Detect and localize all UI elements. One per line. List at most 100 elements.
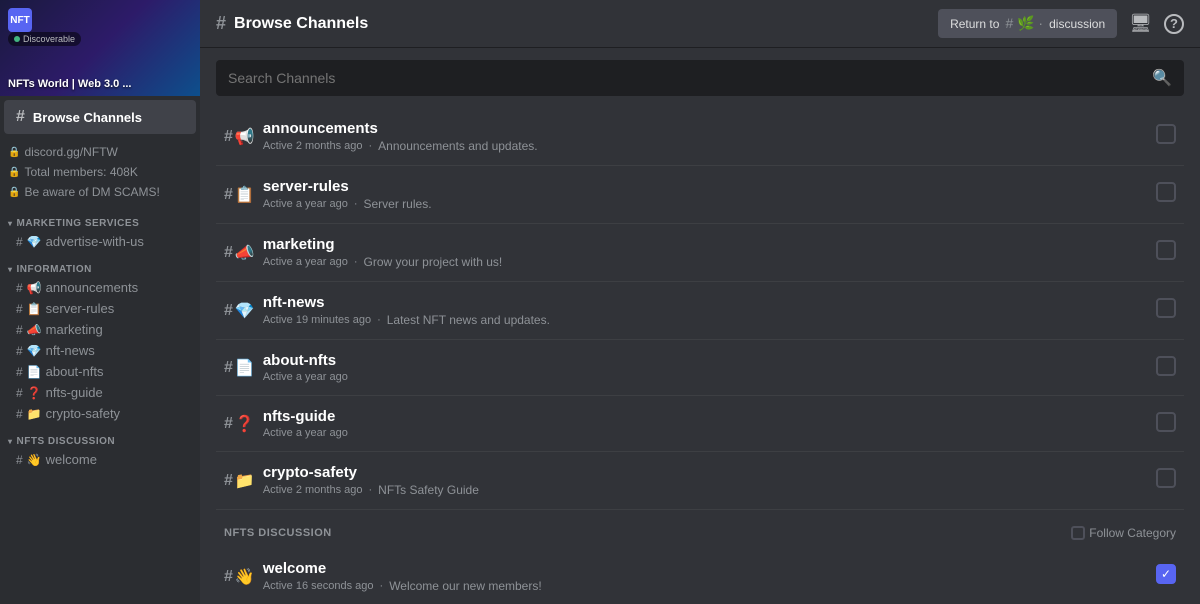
info-section: 🔒 discord.gg/NFTW 🔒 Total members: 408K … bbox=[0, 138, 200, 206]
nfts-discussion-sidebar-label: NFTS DISCUSSION bbox=[17, 436, 116, 447]
ch-hash-6: # bbox=[16, 386, 23, 400]
ch-emoji-6: ❓ bbox=[27, 386, 42, 400]
chevron-icon: ▾ bbox=[8, 219, 13, 228]
main-header: # Browse Channels Return to # 🌿 · discus… bbox=[200, 0, 1200, 48]
page-title: Browse Channels bbox=[234, 15, 368, 33]
members-label: Total members: 408K bbox=[24, 165, 137, 179]
name-crypto-safety: crypto-safety bbox=[263, 464, 1156, 481]
ch-label-8: welcome bbox=[46, 452, 97, 467]
sidebar-channel-crypto-safety[interactable]: # 📁 crypto-safety bbox=[0, 403, 200, 424]
search-bar[interactable]: 🔍 bbox=[216, 60, 1184, 96]
channel-hash-icon: # bbox=[16, 235, 23, 249]
marketing-services-label: MARKETING SERVICES bbox=[17, 218, 140, 229]
return-channel-name: discussion bbox=[1049, 17, 1105, 31]
help-icon[interactable]: ? bbox=[1164, 14, 1184, 34]
ch-emoji-8: 👋 bbox=[27, 453, 42, 467]
hash-announcements: # bbox=[224, 128, 233, 146]
discoverable-badge: Discoverable bbox=[8, 32, 81, 46]
channel-card-nft-news[interactable]: # 💎 nft-news Active 19 minutes ago · Lat… bbox=[216, 282, 1184, 340]
checkbox-about-nfts[interactable] bbox=[1156, 356, 1176, 376]
channel-card-server-rules[interactable]: # 📋 server-rules Active a year ago · Ser… bbox=[216, 166, 1184, 224]
checkbox-announcements[interactable] bbox=[1156, 124, 1176, 144]
sidebar-channel-nfts-guide[interactable]: # ❓ nfts-guide bbox=[0, 382, 200, 403]
browse-channels-label: Browse Channels bbox=[33, 110, 142, 125]
ch-emoji-3: 📣 bbox=[27, 323, 42, 337]
channel-card-announcements[interactable]: # 📢 announcements Active 2 months ago · … bbox=[216, 108, 1184, 166]
ch-hash-4: # bbox=[16, 344, 23, 358]
sidebar-channel-welcome[interactable]: # 👋 welcome bbox=[0, 449, 200, 470]
channel-card-welcome[interactable]: # 👋 welcome Active 16 seconds ago · Welc… bbox=[216, 548, 1184, 604]
checkbox-nfts-guide[interactable] bbox=[1156, 412, 1176, 432]
total-members: 🔒 Total members: 408K bbox=[0, 162, 200, 182]
information-category[interactable]: ▾ INFORMATION bbox=[0, 252, 200, 277]
checkbox-nft-news[interactable] bbox=[1156, 298, 1176, 318]
channels-list: # 📢 announcements Active 2 months ago · … bbox=[200, 108, 1200, 604]
browse-channels-sidebar-btn[interactable]: # Browse Channels bbox=[4, 100, 196, 134]
channel-card-info-announcements: # 📢 announcements Active 2 months ago · … bbox=[224, 120, 1156, 153]
search-input[interactable] bbox=[228, 70, 1144, 86]
name-marketing: marketing bbox=[263, 236, 1156, 253]
ch-emoji-4: 💎 bbox=[27, 344, 42, 358]
discord-link-label: discord.gg/NFTW bbox=[24, 145, 117, 159]
ch-label-7: crypto-safety bbox=[46, 406, 120, 421]
checkbox-crypto-safety[interactable] bbox=[1156, 468, 1176, 488]
ch-emoji-2: 📋 bbox=[27, 302, 42, 316]
ch-hash-7: # bbox=[16, 407, 23, 421]
ch-label-6: nfts-guide bbox=[46, 385, 103, 400]
info-announcements: announcements Active 2 months ago · Anno… bbox=[263, 120, 1156, 153]
ch-label-1: announcements bbox=[46, 280, 139, 295]
ch-hash-3: # bbox=[16, 323, 23, 337]
nfts-discussion-section-label: NFTS DISCUSSION bbox=[224, 527, 332, 539]
channel-card-crypto-safety[interactable]: # 📁 crypto-safety Active 2 months ago · … bbox=[216, 452, 1184, 510]
information-label: INFORMATION bbox=[17, 264, 92, 275]
name-welcome: welcome bbox=[263, 560, 1156, 577]
server-header[interactable]: NFT Discoverable NFTs World | Web 3.0 ..… bbox=[0, 0, 200, 96]
follow-checkbox[interactable] bbox=[1071, 526, 1085, 540]
channel-icons-announcements: # 📢 bbox=[224, 127, 255, 147]
checkbox-marketing[interactable] bbox=[1156, 240, 1176, 260]
sidebar-channel-nft-news[interactable]: # 💎 nft-news bbox=[0, 340, 200, 361]
sidebar-channel-advertise[interactable]: # 💎 advertise-with-us bbox=[0, 231, 200, 252]
name-about-nfts: about-nfts bbox=[263, 352, 1156, 369]
checkbox-welcome[interactable]: ✓ bbox=[1156, 564, 1176, 584]
header-right: Return to # 🌿 · discussion 🖥 ? bbox=[938, 9, 1184, 38]
lock-icon-2: 🔒 bbox=[8, 167, 20, 178]
nfts-discussion-category[interactable]: ▾ NFTS DISCUSSION bbox=[0, 424, 200, 449]
sidebar-channel-about-nfts[interactable]: # 📄 about-nfts bbox=[0, 361, 200, 382]
search-icon: 🔍 bbox=[1152, 68, 1172, 88]
name-announcements: announcements bbox=[263, 120, 1156, 137]
checkbox-server-rules[interactable] bbox=[1156, 182, 1176, 202]
ch-hash-8: # bbox=[16, 453, 23, 467]
name-nfts-guide: nfts-guide bbox=[263, 408, 1156, 425]
ch-emoji-5: 📄 bbox=[27, 365, 42, 379]
ch-emoji-1: 📢 bbox=[27, 281, 42, 295]
return-label: Return to bbox=[950, 17, 999, 31]
follow-category-button[interactable]: Follow Category bbox=[1071, 526, 1176, 540]
return-to-button[interactable]: Return to # 🌿 · discussion bbox=[938, 9, 1117, 38]
discord-link[interactable]: 🔒 discord.gg/NFTW bbox=[0, 142, 200, 162]
scam-warning-label: Be aware of DM SCAMS! bbox=[24, 185, 159, 199]
desc-announcements: Announcements and updates. bbox=[378, 139, 537, 153]
sidebar: NFT Discoverable NFTs World | Web 3.0 ..… bbox=[0, 0, 200, 604]
grid-icon: # bbox=[16, 108, 25, 126]
monitor-icon[interactable]: 🖥 bbox=[1129, 13, 1152, 34]
channel-card-about-nfts[interactable]: # 📄 about-nfts Active a year ago bbox=[216, 340, 1184, 396]
lock-icon-3: 🔒 bbox=[8, 187, 20, 198]
return-hash-icon: # 🌿 · bbox=[1005, 15, 1043, 32]
sidebar-channel-announcements[interactable]: # 📢 announcements bbox=[0, 277, 200, 298]
sidebar-channel-marketing[interactable]: # 📣 marketing bbox=[0, 319, 200, 340]
marketing-services-category[interactable]: ▾ MARKETING SERVICES bbox=[0, 206, 200, 231]
server-title: NFTs World | Web 3.0 ... bbox=[8, 78, 131, 90]
name-nft-news: nft-news bbox=[263, 294, 1156, 311]
header-left: # Browse Channels bbox=[216, 13, 368, 34]
chevron-icon-3: ▾ bbox=[8, 437, 13, 446]
sidebar-channel-server-rules[interactable]: # 📋 server-rules bbox=[0, 298, 200, 319]
active-announcements: Active 2 months ago bbox=[263, 140, 363, 152]
channel-card-marketing[interactable]: # 📣 marketing Active a year ago · Grow y… bbox=[216, 224, 1184, 282]
main-content: # Browse Channels Return to # 🌿 · discus… bbox=[200, 0, 1200, 604]
ch-hash-1: # bbox=[16, 281, 23, 295]
name-server-rules: server-rules bbox=[263, 178, 1156, 195]
channel-card-nfts-guide[interactable]: # ❓ nfts-guide Active a year ago bbox=[216, 396, 1184, 452]
scam-warning: 🔒 Be aware of DM SCAMS! bbox=[0, 182, 200, 202]
channel-emoji: 💎 bbox=[27, 235, 42, 249]
